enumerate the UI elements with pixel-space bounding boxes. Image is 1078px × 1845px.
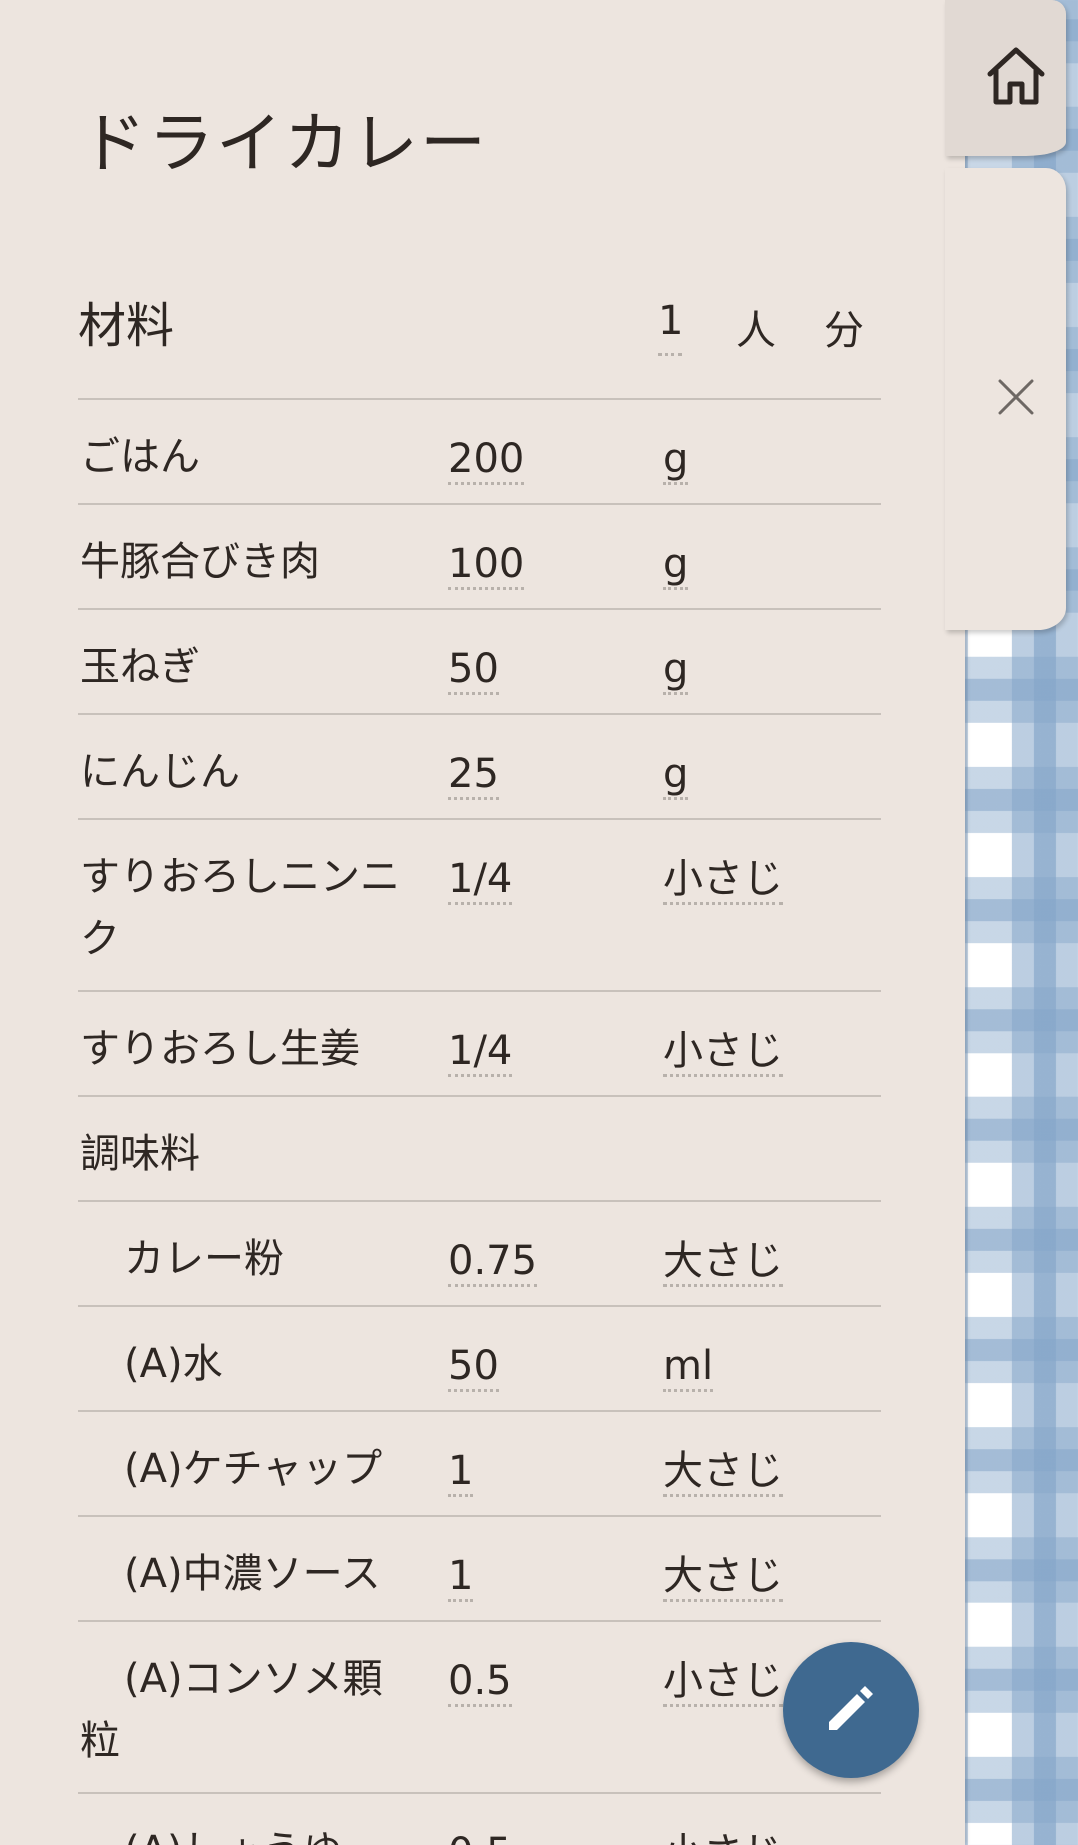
ingredient-name: ごはん [80,434,200,480]
materials-heading: 材料 [78,298,175,354]
ingredient-row: (A)しょうゆ 0.5 小さじ [78,1792,881,1845]
ingredient-qty[interactable]: 100 [448,541,525,590]
ingredient-row: カレー粉 0.75 大さじ [78,1200,881,1305]
ingredient-qty[interactable]: 1/4 [448,856,513,905]
ingredient-qty[interactable]: 1/4 [448,1028,513,1077]
ingredient-unit[interactable]: ml [663,1343,714,1392]
ingredient-unit[interactable]: g [663,751,689,800]
ingredient-name: すりおろしニンニク [80,854,400,962]
ingredient-row: ごはん 200 g [78,398,881,503]
ingredient-name: にんじん [80,749,240,795]
pencil-icon [821,1678,881,1742]
ingredient-unit[interactable]: g [663,541,689,590]
close-tab[interactable] [945,168,1066,630]
ingredient-unit[interactable]: 大さじ [663,1553,783,1602]
edit-button[interactable] [783,1642,919,1778]
ingredient-row: (A)ケチャップ 1 大さじ [78,1410,881,1515]
ingredient-qty[interactable]: 0.75 [448,1238,538,1287]
ingredient-unit[interactable]: g [663,646,689,695]
ingredient-name: (A)しょうゆ [80,1820,410,1845]
ingredient-qty[interactable]: 200 [448,436,525,485]
ingredient-unit[interactable]: 大さじ [663,1448,783,1497]
ingredient-row: 玉ねぎ 50 g [78,608,881,713]
ingredient-qty[interactable]: 1 [448,1553,474,1602]
ingredient-row: (A)水 50 ml [78,1305,881,1410]
ingredient-list: ごはん 200 g 牛豚合びき肉 100 g 玉ねぎ 50 g にんじん 25 … [78,398,881,1845]
ingredient-name: (A)中濃ソース [124,1551,381,1597]
ingredient-qty[interactable]: 0.5 [448,1658,512,1707]
ingredient-name: 牛豚合びき肉 [80,539,320,585]
ingredient-unit[interactable]: g [663,436,689,485]
ingredient-name: 玉ねぎ [80,644,200,690]
ingredient-qty[interactable]: 1 [448,1448,474,1497]
ingredient-qty[interactable]: 50 [448,1343,499,1392]
ingredient-name: (A)水 [124,1341,223,1387]
servings-unit-person: 人 [736,308,776,354]
servings-count[interactable]: 1 [658,298,683,356]
ingredient-unit[interactable]: 大さじ [663,1238,783,1287]
ingredient-name: カレー粉 [124,1236,284,1282]
ingredient-row: 牛豚合びき肉 100 g [78,503,881,608]
ingredient-unit[interactable]: 小さじ [663,1658,783,1707]
ingredient-name: (A)コンソメ顆粒 [80,1656,383,1764]
ingredient-qty[interactable]: 50 [448,646,499,695]
servings-selector: 1 人 分 [658,298,864,356]
ingredient-row: (A)中濃ソース 1 大さじ [78,1515,881,1620]
ingredient-group-row: 調味料 [78,1095,881,1200]
ingredient-group-label: 調味料 [80,1131,200,1177]
ingredient-row: にんじん 25 g [78,713,881,818]
home-tab[interactable] [945,0,1066,156]
ingredient-name: すりおろし生姜 [80,1026,360,1072]
recipe-title: ドライカレー [80,105,488,182]
ingredient-row: すりおろし生姜 1/4 小さじ [78,990,881,1095]
close-icon[interactable] [996,377,1036,421]
ingredient-row: (A)コンソメ顆粒 0.5 小さじ [78,1620,881,1792]
ingredient-unit[interactable]: 小さじ [663,856,783,905]
ingredient-name: (A)ケチャップ [124,1446,383,1492]
ingredient-row: すりおろしニンニク 1/4 小さじ [78,818,881,990]
ingredient-unit[interactable]: 小さじ [663,1028,783,1077]
servings-unit-portion: 分 [824,308,864,354]
ingredient-qty[interactable]: 0.5 [448,1830,512,1845]
home-icon [984,44,1048,112]
ingredient-qty[interactable]: 25 [448,751,499,800]
ingredient-unit[interactable]: 小さじ [663,1830,783,1845]
